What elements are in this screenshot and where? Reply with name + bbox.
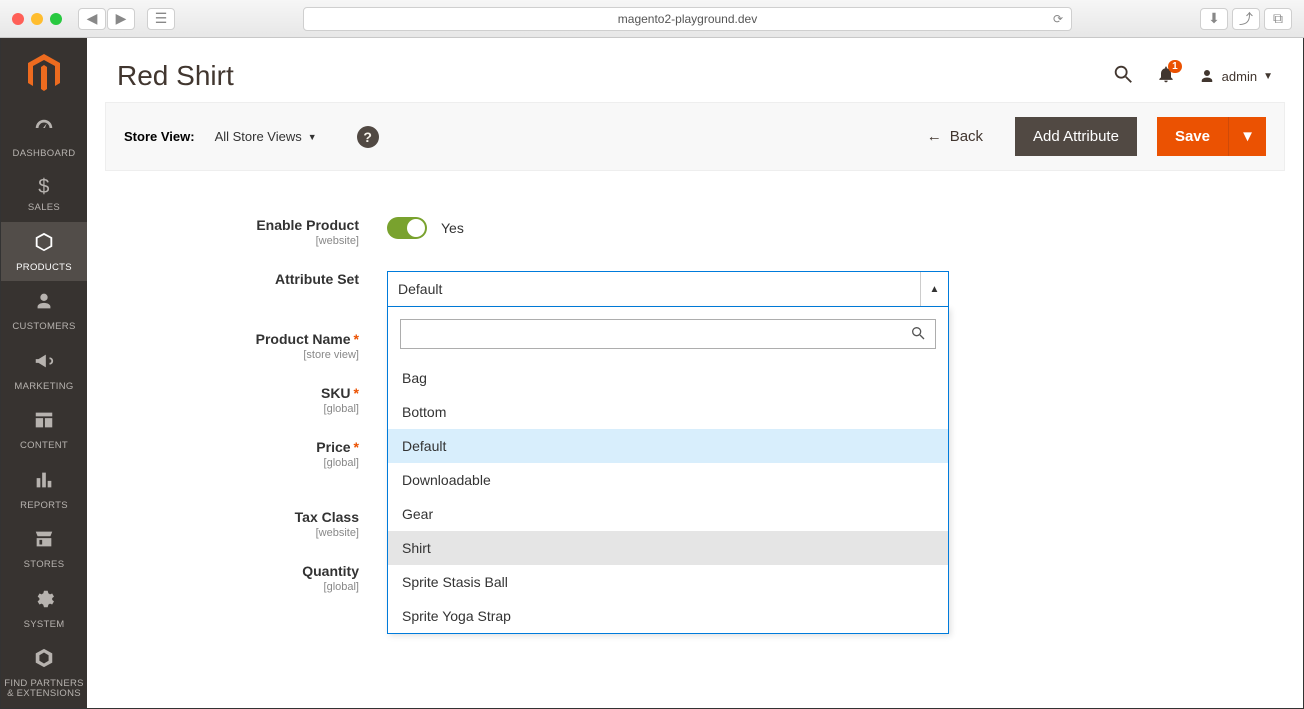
admin-user-menu[interactable]: admin ▼: [1198, 67, 1273, 85]
attribute-set-select[interactable]: Default ▲: [387, 271, 949, 307]
close-window-button[interactable]: [12, 13, 24, 25]
save-dropdown-button[interactable]: ▼: [1228, 117, 1266, 156]
chevron-down-icon: ▼: [308, 132, 317, 142]
attribute-set-search-input[interactable]: [400, 319, 936, 349]
reports-icon: [33, 469, 55, 497]
dropdown-option-downloadable[interactable]: Downloadable: [388, 463, 948, 497]
sidebar-item-marketing[interactable]: MARKETING: [1, 341, 87, 400]
forward-nav-button[interactable]: ▶: [107, 8, 135, 30]
url-text: magento2-playground.dev: [618, 12, 757, 26]
enable-product-toggle[interactable]: [387, 217, 427, 239]
main-content: Red Shirt 1 admin ▼ Store View: All Stor…: [87, 38, 1303, 708]
window-controls: [12, 13, 62, 25]
page-toolbar: Store View: All Store Views ▼ ? ← Back A…: [105, 102, 1285, 171]
save-button[interactable]: Save: [1157, 117, 1228, 156]
back-nav-button[interactable]: ◀: [78, 8, 106, 30]
sku-label: SKU* [global]: [117, 385, 387, 415]
dashboard-icon: [33, 117, 55, 145]
chevron-down-icon: ▼: [1263, 71, 1273, 82]
reload-icon[interactable]: ⟳: [1053, 12, 1063, 26]
sidebar-item-label: PRODUCTS: [16, 263, 72, 273]
share-button[interactable]: ⤴: [1232, 8, 1260, 30]
back-label: Back: [950, 128, 983, 145]
attribute-set-dropdown: Bag Bottom Default Downloadable Gear Shi…: [387, 307, 949, 634]
marketing-icon: [33, 350, 55, 378]
quantity-label: Quantity [global]: [117, 563, 387, 593]
chevron-up-icon: ▲: [920, 272, 948, 306]
notification-badge: 1: [1168, 60, 1182, 73]
dropdown-option-bag[interactable]: Bag: [388, 361, 948, 395]
stores-icon: [33, 528, 55, 556]
dropdown-option-gear[interactable]: Gear: [388, 497, 948, 531]
sidebar-item-label: CONTENT: [20, 441, 68, 451]
sidebar-item-sales[interactable]: $ SALES: [1, 167, 87, 221]
attribute-set-value: Default: [398, 281, 442, 297]
store-view-value: All Store Views: [215, 129, 302, 144]
sidebar-item-partners[interactable]: FIND PARTNERS & EXTENSIONS: [1, 638, 87, 708]
dropdown-option-bottom[interactable]: Bottom: [388, 395, 948, 429]
sidebar-item-label: SYSTEM: [24, 620, 65, 630]
sidebar-item-stores[interactable]: STORES: [1, 519, 87, 578]
sidebar-item-content[interactable]: CONTENT: [1, 400, 87, 459]
help-icon[interactable]: ?: [357, 126, 379, 148]
maximize-window-button[interactable]: [50, 13, 62, 25]
store-view-selector[interactable]: All Store Views ▼: [215, 129, 317, 144]
page-title: Red Shirt: [117, 60, 234, 92]
customers-icon: [33, 290, 55, 318]
sidebar-item-dashboard[interactable]: DASHBOARD: [1, 108, 87, 167]
search-icon: [910, 325, 926, 346]
dropdown-option-default[interactable]: Default: [388, 429, 948, 463]
dropdown-option-shirt[interactable]: Shirt: [388, 531, 948, 565]
sidebar-item-label: CUSTOMERS: [12, 322, 75, 332]
sidebar-item-reports[interactable]: REPORTS: [1, 460, 87, 519]
dropdown-option-sprite-yoga-strap[interactable]: Sprite Yoga Strap: [388, 599, 948, 633]
store-view-label: Store View:: [124, 129, 195, 144]
tabs-button[interactable]: ⧉: [1264, 8, 1292, 30]
sidebar-item-label: MARKETING: [14, 382, 73, 392]
content-icon: [33, 409, 55, 437]
arrow-left-icon: ←: [927, 128, 942, 145]
product-name-label: Product Name* [store view]: [117, 331, 387, 361]
back-button[interactable]: ← Back: [927, 128, 983, 145]
tax-class-label: Tax Class [website]: [117, 509, 387, 539]
notifications-button[interactable]: 1: [1156, 64, 1176, 89]
product-form: Enable Product [website] Yes Attribute S…: [87, 171, 1303, 657]
sidebar-toggle-button[interactable]: ☰: [147, 8, 175, 30]
sidebar-item-label: REPORTS: [20, 501, 68, 511]
sidebar-item-label: SALES: [28, 203, 60, 213]
sidebar-item-label: DASHBOARD: [13, 149, 76, 159]
attribute-set-label: Attribute Set: [117, 271, 387, 287]
sidebar-item-system[interactable]: SYSTEM: [1, 579, 87, 638]
browser-toolbar: ◀ ▶ ☰ magento2-playground.dev ⟳ ⬇ ⤴ ⧉: [0, 0, 1304, 38]
admin-username: admin: [1222, 69, 1257, 84]
downloads-button[interactable]: ⬇: [1200, 8, 1228, 30]
sidebar-item-label: STORES: [24, 560, 65, 570]
url-bar[interactable]: magento2-playground.dev ⟳: [303, 7, 1072, 31]
sidebar-item-products[interactable]: PRODUCTS: [1, 222, 87, 281]
nav-buttons: ◀ ▶: [78, 8, 135, 30]
system-icon: [33, 588, 55, 616]
dropdown-option-sprite-stasis-ball[interactable]: Sprite Stasis Ball: [388, 565, 948, 599]
admin-sidebar: DASHBOARD $ SALES PRODUCTS CUSTOMERS MAR…: [1, 38, 87, 708]
add-attribute-button[interactable]: Add Attribute: [1015, 117, 1137, 156]
search-icon[interactable]: [1112, 63, 1134, 90]
enable-product-label: Enable Product [website]: [117, 217, 387, 247]
sidebar-item-customers[interactable]: CUSTOMERS: [1, 281, 87, 340]
partners-icon: [33, 647, 55, 675]
products-icon: [33, 231, 55, 259]
magento-logo[interactable]: [1, 38, 87, 108]
enable-product-value: Yes: [441, 220, 464, 236]
sales-icon: $: [38, 176, 49, 199]
minimize-window-button[interactable]: [31, 13, 43, 25]
price-label: Price* [global]: [117, 439, 387, 469]
sidebar-item-label: FIND PARTNERS & EXTENSIONS: [4, 679, 84, 700]
